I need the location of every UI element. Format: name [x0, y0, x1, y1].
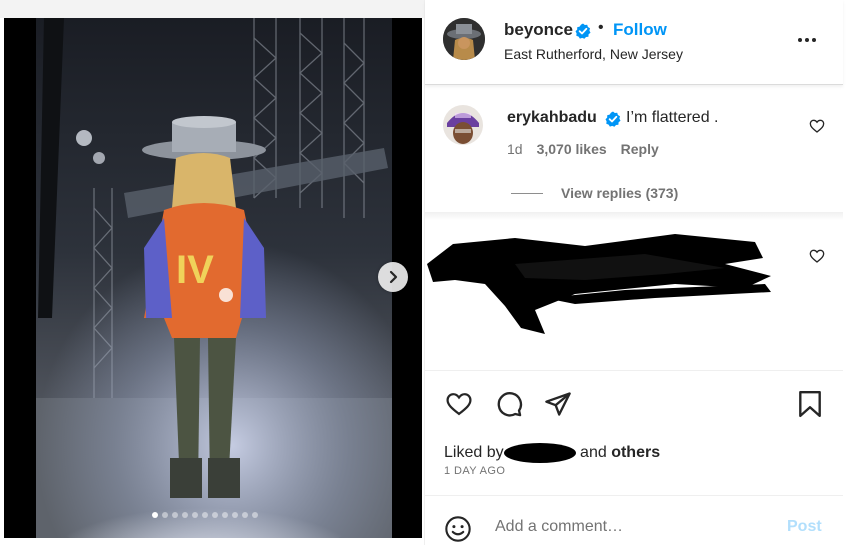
liked-by-connector: and — [580, 444, 607, 462]
liked-by-line: Liked by and others — [444, 442, 660, 464]
post-side-panel: beyonce • Follow East Rutherford, New Je… — [424, 0, 843, 545]
post-header: beyonce • Follow East Rutherford, New Je… — [425, 0, 843, 85]
media-bottom-strip — [0, 538, 424, 545]
liked-by-prefix: Liked by — [444, 444, 504, 462]
comment-reply-button[interactable]: Reply — [621, 141, 659, 157]
carousel-dot — [152, 512, 158, 518]
next-slide-button[interactable] — [378, 262, 408, 292]
post-location[interactable]: East Rutherford, New Jersey — [504, 46, 683, 62]
chevron-right-icon — [389, 270, 398, 284]
save-bookmark-icon[interactable] — [797, 390, 823, 418]
carousel-dot — [222, 512, 228, 518]
verified-badge-icon — [605, 111, 621, 127]
view-replies-line — [511, 192, 543, 194]
comment-text: I’m flattered . — [626, 109, 719, 126]
carousel-dot — [192, 512, 198, 518]
carousel-dot — [212, 512, 218, 518]
carousel-dot — [252, 512, 258, 518]
share-send-icon[interactable] — [544, 390, 572, 418]
post-photo[interactable]: IV — [4, 18, 422, 538]
comment-like-heart-icon[interactable] — [809, 118, 825, 134]
verified-badge-icon — [575, 23, 591, 39]
carousel-dot — [202, 512, 208, 518]
view-replies-label: View replies (373) — [561, 185, 679, 201]
post-time-ago[interactable]: 1 DAY AGO — [444, 465, 505, 477]
comment-username[interactable]: erykahbadu — [507, 109, 597, 127]
like-heart-icon[interactable] — [444, 390, 474, 418]
carousel-indicator — [152, 512, 258, 518]
author-username[interactable]: beyonce — [504, 20, 573, 40]
follow-button[interactable]: Follow — [613, 20, 667, 40]
post-comment-button[interactable]: Post — [787, 518, 822, 536]
carousel-dot — [242, 512, 248, 518]
carousel-dot — [182, 512, 188, 518]
stage-photo-illustration: IV — [4, 18, 422, 538]
author-avatar[interactable] — [443, 18, 485, 60]
comment-likes[interactable]: 3,070 likes — [537, 141, 607, 157]
comment-avatar[interactable] — [443, 105, 483, 145]
comment-like-heart-icon[interactable] — [809, 248, 825, 264]
svg-text:IV: IV — [176, 248, 214, 292]
liked-by-others-link[interactable]: others — [611, 444, 660, 461]
header-separator: • — [598, 19, 604, 36]
comment-age: 1d — [507, 141, 523, 157]
more-options-button[interactable] — [793, 30, 821, 50]
comment-icon[interactable] — [495, 390, 523, 418]
comment-meta: 1d 3,070 likes Reply — [507, 141, 659, 157]
add-comment-bar: Post — [425, 495, 843, 546]
more-options-icon — [798, 38, 802, 42]
comments-section: erykahbadu I’m flattered . 1d 3,070 likes… — [425, 88, 843, 342]
more-options-dot — [812, 38, 816, 42]
carousel-dot — [172, 512, 178, 518]
carousel-dot — [232, 512, 238, 518]
redacted-comment-scribble — [427, 234, 771, 334]
more-options-dot — [805, 38, 809, 42]
media-top-strip — [0, 0, 424, 18]
view-replies-button[interactable]: View replies (373) — [511, 185, 678, 201]
carousel-dot — [162, 512, 168, 518]
post-media: IV — [0, 0, 424, 545]
commenter-avatar-image — [443, 105, 483, 145]
emoji-smiley-icon[interactable] — [444, 515, 472, 543]
author-avatar-image — [443, 18, 485, 60]
redacted-username-scribble — [503, 443, 576, 463]
post-actions: Liked by and others 1 DAY AGO Post — [425, 370, 843, 542]
add-comment-input[interactable] — [493, 517, 777, 537]
comment-divider — [425, 212, 843, 220]
